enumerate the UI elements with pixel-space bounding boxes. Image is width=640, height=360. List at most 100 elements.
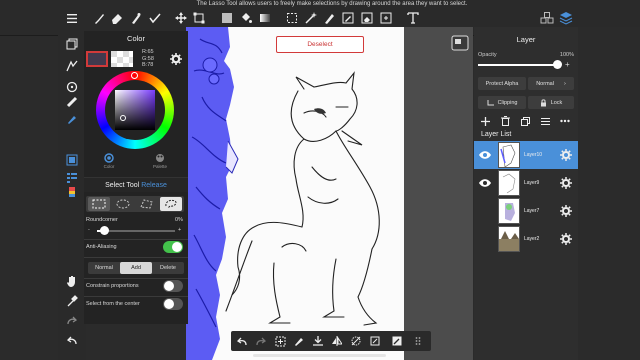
reference-window-icon[interactable] <box>450 34 470 52</box>
mode-normal[interactable]: Normal <box>88 262 120 274</box>
select-layer-icon[interactable] <box>64 170 80 186</box>
smudge-icon[interactable] <box>127 9 145 27</box>
lock-icon <box>540 98 546 106</box>
layer-row[interactable]: Layer9 <box>474 169 578 197</box>
layer-settings-gear-icon[interactable] <box>560 233 572 245</box>
lock-button[interactable]: Lock <box>528 96 574 109</box>
layer-list-menu-icon[interactable] <box>540 116 550 126</box>
side-nav-strip <box>58 262 86 360</box>
roundcorner-plus[interactable]: + <box>178 227 181 233</box>
selection-mode-segmented: Normal Add Delete <box>88 262 184 274</box>
edit-pen-icon[interactable] <box>293 335 305 347</box>
polygon-select-icon[interactable] <box>136 197 158 211</box>
opacity-plus[interactable]: + <box>565 60 570 69</box>
layer-name: Layer7 <box>524 208 540 214</box>
mode-add[interactable]: Add <box>120 262 152 274</box>
layer-settings-gear-icon[interactable] <box>560 205 572 217</box>
duplicate-layer-icon[interactable] <box>520 116 530 126</box>
layer-settings-gear-icon[interactable] <box>560 149 572 161</box>
select-pen-icon[interactable] <box>339 9 357 27</box>
grid-handle-icon[interactable] <box>412 335 424 347</box>
select-move-icon[interactable] <box>377 9 395 27</box>
material-icon[interactable] <box>538 9 556 27</box>
add-layer-icon[interactable] <box>480 116 490 126</box>
gradient-icon[interactable] <box>256 9 274 27</box>
layer-row[interactable]: Layer7 <box>474 197 578 225</box>
layer-panel-toggle-icon[interactable] <box>391 335 403 347</box>
undo-icon[interactable] <box>64 333 80 349</box>
mode-delete[interactable]: Delete <box>152 262 184 274</box>
tab-palette[interactable]: Palette <box>140 153 180 169</box>
color-settings-gear-icon[interactable] <box>170 53 182 65</box>
redo-icon[interactable] <box>64 313 80 329</box>
color-picker-marker[interactable] <box>120 115 126 121</box>
layer-settings-gear-icon[interactable] <box>560 177 572 189</box>
paste-selection-icon[interactable] <box>369 335 381 347</box>
lasso-select-icon[interactable] <box>160 197 182 211</box>
constrain-toggle[interactable] <box>163 280 183 292</box>
saturation-value-square[interactable] <box>115 90 155 130</box>
menu-icon[interactable] <box>63 9 81 27</box>
select-eraser-icon[interactable] <box>358 9 376 27</box>
opacity-value: 100% <box>559 52 574 58</box>
text-icon[interactable] <box>404 9 422 27</box>
bucket-icon[interactable] <box>237 9 255 27</box>
roundcorner-minus[interactable]: - <box>88 227 90 233</box>
roundcorner-slider-knob[interactable] <box>100 226 109 235</box>
layer-row[interactable]: Layer2 <box>474 225 578 253</box>
tab-color[interactable]: Color <box>89 153 129 169</box>
layer-row[interactable]: Layer10 <box>474 141 578 169</box>
deselect-button[interactable]: Deselect <box>276 36 364 53</box>
ellipse-select-icon[interactable] <box>112 197 134 211</box>
release-button[interactable]: Release <box>141 182 167 189</box>
hue-marker[interactable] <box>131 72 138 79</box>
right-margin <box>578 27 640 360</box>
move-icon[interactable] <box>172 9 190 27</box>
blend-mode-select[interactable]: Normal › <box>528 77 574 90</box>
transform-icon[interactable] <box>190 9 208 27</box>
delete-layer-icon[interactable] <box>500 116 510 126</box>
layer-stack-icon[interactable] <box>557 9 575 27</box>
rect-select-icon[interactable] <box>88 197 110 211</box>
canvas-area[interactable]: Deselect <box>186 27 473 360</box>
transform-selection-icon[interactable] <box>274 335 286 347</box>
visibility-eye-icon[interactable] <box>479 178 491 188</box>
pen-select-icon[interactable] <box>320 9 338 27</box>
roundcorner-value: 0% <box>175 217 183 223</box>
fill-color-icon[interactable] <box>218 9 236 27</box>
drawing-canvas[interactable]: Deselect <box>186 27 404 360</box>
center-toggle[interactable] <box>163 298 183 310</box>
opacity-slider-knob[interactable] <box>553 60 562 69</box>
protect-alpha-button[interactable]: Protect Alpha <box>478 77 526 90</box>
home-indicator[interactable] <box>253 354 386 357</box>
clear-selection-icon[interactable] <box>350 335 362 347</box>
magic-wand-icon[interactable] <box>302 9 320 27</box>
save-download-icon[interactable] <box>312 335 324 347</box>
visibility-eye-icon[interactable] <box>479 150 491 160</box>
rotate-icon[interactable] <box>64 79 80 95</box>
color-tabs: Color Palette <box>84 151 188 177</box>
lasso-check-icon[interactable] <box>146 9 164 27</box>
brush-icon[interactable] <box>90 9 108 27</box>
blend-mode-label: Normal <box>536 80 554 87</box>
secondary-color-swatch[interactable] <box>111 51 133 67</box>
opacity-slider-track[interactable] <box>478 64 558 66</box>
antialias-toggle[interactable] <box>163 241 183 253</box>
hand-icon[interactable] <box>64 273 80 289</box>
eraser-icon[interactable] <box>108 9 126 27</box>
materials-color-icon[interactable] <box>64 186 80 202</box>
flip-horizontal-icon[interactable] <box>331 335 343 347</box>
color-wheel[interactable] <box>96 71 174 149</box>
select-rect-icon[interactable] <box>283 9 301 27</box>
snap-icon[interactable] <box>64 58 80 74</box>
redo-icon[interactable] <box>255 335 267 347</box>
primary-color-swatch[interactable] <box>86 51 108 67</box>
eyedropper-icon[interactable] <box>64 293 80 309</box>
clipping-button[interactable]: Clipping <box>478 96 526 109</box>
undo-icon[interactable] <box>236 335 248 347</box>
color-panel-icon[interactable] <box>64 152 80 168</box>
layers-icon[interactable] <box>64 36 80 52</box>
brush-size-icon[interactable] <box>64 110 80 126</box>
more-options-icon[interactable] <box>560 116 570 126</box>
ruler-icon[interactable] <box>64 94 80 110</box>
